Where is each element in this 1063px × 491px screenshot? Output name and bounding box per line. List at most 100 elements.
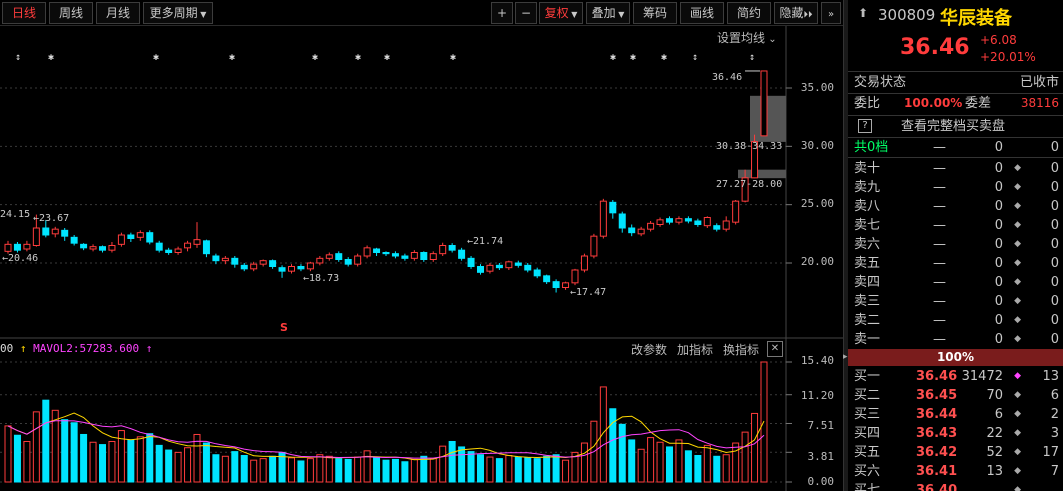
volume-bar	[684, 450, 692, 483]
price-annotation: ←18.73	[303, 273, 340, 284]
candle-body	[174, 248, 182, 253]
draw-line-button[interactable]: 画线	[680, 2, 724, 24]
candle-body	[675, 218, 683, 223]
close-indicator-button[interactable]: ✕	[767, 341, 783, 357]
period-tab-month[interactable]: 月线	[96, 2, 140, 24]
volume-bar	[363, 450, 371, 483]
volume-bar	[354, 456, 362, 483]
level-label: 卖八	[854, 199, 881, 214]
volume-bar	[637, 448, 645, 483]
sell-level-row[interactable]: 卖八 — 0 ◆ 0	[848, 197, 1063, 216]
buy-level-row[interactable]: 买四 36.43 22 ◆ 3	[848, 424, 1063, 443]
diamond-icon: ◆	[1014, 315, 1021, 325]
sell-level-row[interactable]: 卖一 — 0 ◆ 0	[848, 330, 1063, 349]
candle-body	[231, 257, 239, 265]
expand-panel-button[interactable]: »	[821, 2, 841, 24]
candle-body	[524, 264, 532, 271]
hide-label: 隐藏	[779, 6, 804, 20]
diamond-icon: ◆	[1014, 371, 1021, 381]
event-marker-icon: ✱	[229, 52, 235, 63]
level-count: 2	[1050, 407, 1059, 422]
overlay-dropdown[interactable]: 叠加 ▼	[586, 2, 630, 24]
candle-body	[70, 236, 78, 244]
vol-tick-label: 15.40	[800, 354, 834, 367]
event-marker-icon: ✱	[661, 52, 667, 63]
buy-level-row[interactable]: 买一 36.46 31472 ◆ 13	[848, 367, 1063, 386]
switch-indicator-button[interactable]: 换指标	[723, 341, 759, 358]
buy-level-row[interactable]: 买五 36.42 52 ◆ 17	[848, 443, 1063, 462]
stock-name: 华辰装备	[940, 8, 1012, 29]
volume-bar	[61, 419, 69, 483]
level-price: 36.43	[916, 426, 958, 441]
zoom-out-button[interactable]: −	[515, 2, 537, 24]
level-label: 买五	[854, 445, 881, 460]
sell-level-row[interactable]: 卖二 — 0 ◆ 0	[848, 311, 1063, 330]
zoom-in-button[interactable]: +	[491, 2, 513, 24]
hide-button[interactable]: 隐藏⏵⏵	[774, 2, 818, 24]
sell-level-row[interactable]: 卖五 — 0 ◆ 0	[848, 254, 1063, 273]
more-period-dropdown[interactable]: 更多周期 ▼	[143, 2, 213, 24]
simple-mode-button[interactable]: 简约	[727, 2, 771, 24]
add-indicator-button[interactable]: 加指标	[677, 341, 713, 358]
volume-bar	[335, 458, 343, 483]
candle-body	[666, 218, 673, 223]
level-price: 36.41	[916, 464, 958, 479]
candle-body	[316, 257, 324, 264]
chips-button[interactable]: 筹码	[633, 2, 677, 24]
level-count: 0	[1050, 218, 1059, 233]
level-label: 买二	[854, 388, 881, 403]
volume-bar	[391, 458, 399, 483]
volume-bar	[524, 457, 532, 483]
level-count: 0	[1050, 199, 1059, 214]
volume-bar	[382, 459, 390, 483]
candle-body	[722, 220, 730, 230]
level-label: 卖六	[854, 237, 881, 252]
buy-level-row[interactable]: 买三 36.44 6 ◆ 2	[848, 405, 1063, 424]
level-count: 0	[1050, 294, 1059, 309]
ma-setting-button[interactable]: 设置均线 ⌄	[717, 29, 777, 46]
diamond-icon: ◆	[1014, 296, 1021, 306]
candle-body	[505, 261, 513, 269]
level-label: 卖十	[854, 161, 881, 176]
volume-bar	[458, 446, 466, 483]
fuquan-dropdown[interactable]: 复权 ▼	[539, 2, 583, 24]
edit-params-button[interactable]: 改参数	[631, 341, 667, 358]
caret-down-icon: ▼	[568, 10, 578, 19]
sell-level-row[interactable]: 卖六 — 0 ◆ 0	[848, 235, 1063, 254]
more-period-label: 更多周期	[149, 6, 198, 20]
period-tab-week[interactable]: 周线	[49, 2, 93, 24]
volume-bar	[609, 408, 617, 483]
level-volume: 0	[994, 313, 1003, 328]
level-volume: 0	[994, 161, 1003, 176]
price-annotation: ←20.46	[2, 253, 39, 264]
full-book-row[interactable]: ? 查看完整档买卖盘	[848, 117, 1063, 136]
volume-bar	[495, 458, 503, 483]
full-book-link[interactable]: 查看完整档买卖盘	[901, 117, 1005, 136]
kline-chart[interactable]: ↕ ✱ ✱ ✱ ✱ ✱ ✱ ✱ ✱ ✱ ✱ ↕ ↕	[0, 26, 843, 491]
sell-level-row[interactable]: 卖七 — 0 ◆ 0	[848, 216, 1063, 235]
sell-level-row[interactable]: 卖十 — 0 ◆ 0	[848, 159, 1063, 178]
pin-icon[interactable]: ⬆	[858, 6, 868, 20]
event-marker-icon: ✱	[450, 52, 456, 63]
volume-bar	[448, 440, 456, 483]
level-label: 买三	[854, 407, 881, 422]
buy-level-row[interactable]: 买二 36.45 70 ◆ 6	[848, 386, 1063, 405]
order-ratio-row: 委比 100.00% 委差 38116	[848, 94, 1063, 113]
up-arrow-icon: ↑	[145, 342, 153, 355]
sell-level-row[interactable]: 卖四 — 0 ◆ 0	[848, 273, 1063, 292]
candle-body	[477, 266, 484, 273]
sell-level-row[interactable]: 卖三 — 0 ◆ 0	[848, 292, 1063, 311]
period-tab-day[interactable]: 日线	[2, 2, 46, 24]
candle-body	[599, 200, 607, 237]
volume-bar	[108, 440, 116, 483]
sell-level-row[interactable]: 卖九 — 0 ◆ 0	[848, 178, 1063, 197]
buy-level-row[interactable]: 买六 36.41 13 ◆ 7	[848, 462, 1063, 481]
volume-bar	[713, 455, 721, 483]
candle-body	[13, 243, 21, 251]
level-price: —	[933, 161, 946, 176]
level-count: 0	[1050, 313, 1059, 328]
volume-bar	[694, 455, 702, 483]
order-diff-value: 38116	[1020, 96, 1059, 110]
buy-level-row[interactable]: 买七 36.40 ◆	[848, 481, 1063, 491]
level-price: —	[933, 237, 946, 252]
